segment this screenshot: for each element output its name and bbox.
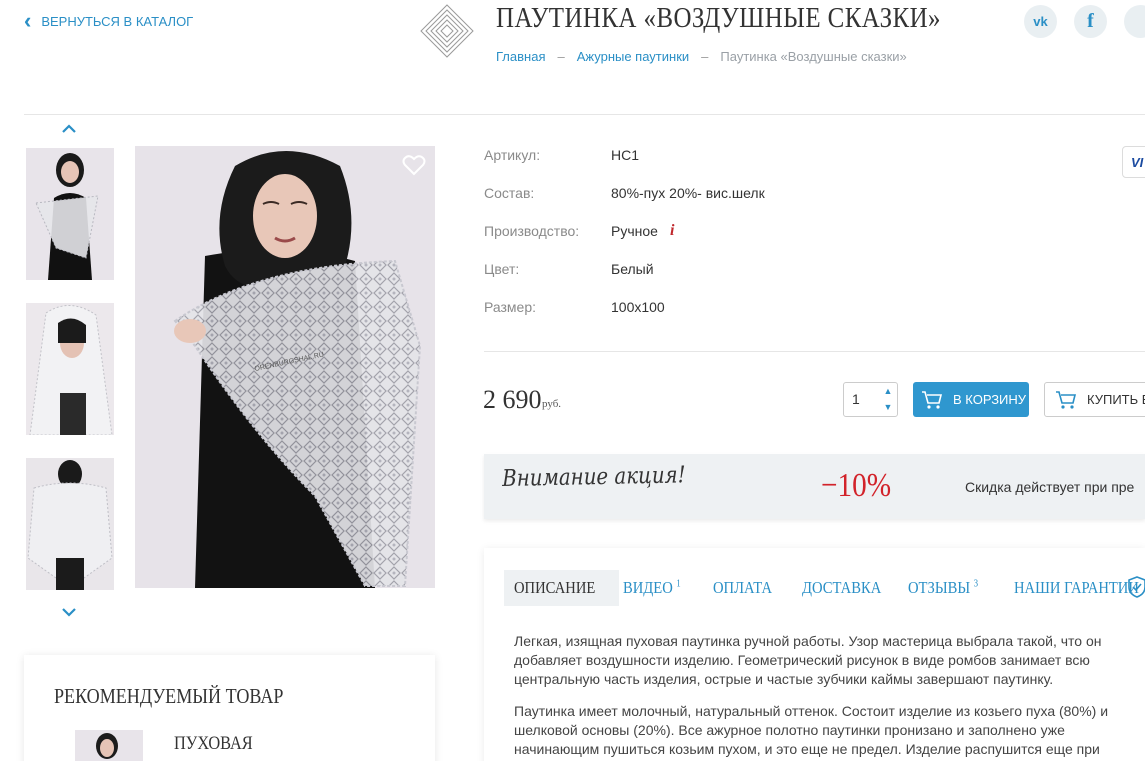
tab-count: 1	[676, 578, 681, 590]
cart-icon	[1056, 390, 1077, 409]
tab-label: ОПИСАНИЕ	[514, 578, 596, 597]
property-value-composition: 80%-пух 20%- вис.шелк	[611, 185, 765, 201]
promo-discount: −10%	[821, 467, 892, 504]
breadcrumb: Главная – Ажурные паутинки – Паутинка «В…	[496, 49, 907, 64]
price-currency: руб.	[542, 398, 562, 410]
recommended-title: РЕКОМЕНДУЕМЫЙ ТОВАР	[54, 684, 284, 708]
property-label-article: Артикул:	[484, 147, 541, 163]
breadcrumb-separator: –	[557, 49, 565, 64]
property-label-composition: Состав:	[484, 185, 535, 201]
buy-one-click-label: КУПИТЬ В	[1087, 392, 1145, 407]
tab-label: ДОСТАВКА	[802, 578, 882, 597]
tab-label: ВИДЕО	[623, 578, 673, 597]
property-value-color: Белый	[611, 261, 654, 277]
add-to-cart-label: В КОРЗИНУ	[953, 392, 1027, 407]
property-label-size: Размер:	[484, 299, 537, 315]
vk-icon: vk	[1033, 14, 1048, 29]
header-divider	[24, 114, 1145, 115]
tab-label: ОПЛАТА	[713, 578, 773, 597]
stepper-up-icon[interactable]: ▲	[884, 386, 893, 396]
back-link-label: ВЕРНУТЬСЯ В КАТАЛОГ	[41, 13, 194, 29]
property-label-production: Производство:	[484, 223, 580, 239]
property-value-article: НС1	[611, 147, 640, 163]
share-button-partial[interactable]	[1124, 5, 1145, 38]
property-label-color: Цвет:	[484, 261, 520, 277]
info-icon[interactable]: i	[670, 222, 674, 240]
quantity-stepper[interactable]: ▲ ▼	[882, 386, 894, 412]
gallery-down-arrow-icon[interactable]	[61, 606, 77, 618]
tab-label: ОТЗЫВЫ	[908, 578, 971, 597]
stepper-down-icon[interactable]: ▼	[884, 402, 893, 412]
facebook-icon: f	[1087, 10, 1094, 32]
product-main-photo[interactable]: ORENBURGSHAL.RU	[135, 146, 435, 588]
gallery-thumbnail-2[interactable]	[26, 303, 114, 435]
product-price: 2 690	[483, 385, 542, 414]
visa-payment-badge: VI	[1122, 146, 1145, 178]
properties-divider	[484, 351, 1145, 352]
buy-one-click-button[interactable]: КУПИТЬ В	[1044, 382, 1145, 417]
tab-label: НАШИ ГАРАНТИИ	[1014, 578, 1139, 597]
promo-note: Скидка действует при пре	[965, 479, 1135, 495]
promo-headline: Внимание акция!	[502, 462, 686, 492]
tab-payment[interactable]: ОПЛАТА	[703, 570, 792, 606]
cart-icon	[922, 390, 943, 409]
tab-description[interactable]: ОПИСАНИЕ	[504, 570, 619, 606]
description-line: Паутинка имеет молочный, натуральный отт…	[514, 703, 1109, 719]
breadcrumb-home[interactable]: Главная	[496, 49, 545, 64]
vk-share-button[interactable]: vk	[1024, 5, 1057, 38]
breadcrumb-separator: –	[701, 49, 709, 64]
logo	[420, 4, 474, 58]
facebook-share-button[interactable]: f	[1074, 5, 1107, 38]
add-to-cart-button[interactable]: В КОРЗИНУ	[913, 382, 1029, 417]
tab-reviews[interactable]: ОТЗЫВЫ 3	[898, 570, 999, 606]
recommended-thumbnail[interactable]	[75, 730, 143, 761]
property-value-production: Ручное	[611, 223, 658, 239]
chevron-left-icon: ‹	[24, 8, 32, 33]
tab-video[interactable]: ВИДЕО 1	[613, 570, 700, 606]
breadcrumb-current: Паутинка «Воздушные сказки»	[720, 49, 907, 64]
description-line: центральную часть изделия, острые и част…	[514, 671, 1054, 687]
description-line: Легкая, изящная пуховая паутинка ручной …	[514, 633, 1102, 649]
gallery-thumbnail-1[interactable]	[26, 148, 114, 280]
description-line: шелковой основы (20%). Все ажурное полот…	[514, 722, 1065, 738]
back-to-catalog-link[interactable]: ‹ ВЕРНУТЬСЯ В КАТАЛОГ	[24, 8, 194, 33]
tab-delivery[interactable]: ДОСТАВКА	[792, 570, 904, 606]
description-line: начинающим пушиться козьим пухом, и это …	[514, 741, 1100, 757]
gallery-up-arrow-icon[interactable]	[61, 122, 77, 134]
breadcrumb-category[interactable]: Ажурные паутинки	[577, 49, 689, 64]
page-title: ПАУТИНКА «ВОЗДУШНЫЕ СКАЗКИ»	[496, 2, 941, 34]
shield-check-icon	[1128, 576, 1145, 598]
recommended-item-name[interactable]: ПУХОВАЯ	[174, 733, 253, 755]
tab-count: 3	[973, 578, 979, 590]
property-value-size: 100х100	[611, 299, 665, 315]
gallery-thumbnail-3[interactable]	[26, 458, 114, 590]
heart-icon[interactable]	[402, 154, 426, 176]
tab-guarantees[interactable]: НАШИ ГАРАНТИИ	[1004, 570, 1145, 606]
description-line: добавляет воздушности изделию. Геометрич…	[514, 652, 1090, 668]
